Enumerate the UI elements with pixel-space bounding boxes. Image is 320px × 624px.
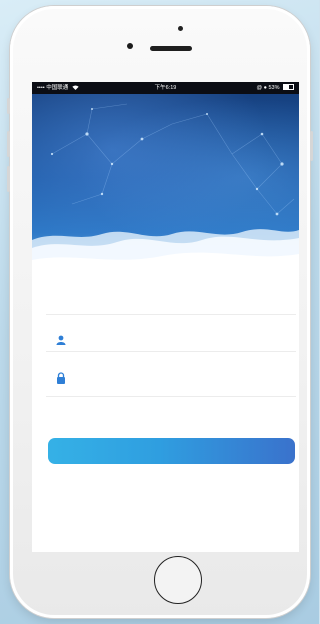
battery-percent: 53% (268, 85, 280, 91)
field-divider-top (46, 314, 296, 315)
battery-level (284, 84, 289, 89)
status-bar: •••• 中国联通 下午6:19 @ ● 53% (32, 82, 299, 94)
status-right-icons: @ ● 53% (256, 82, 294, 94)
volume-down-button (7, 166, 10, 192)
password-underline (46, 396, 296, 397)
earpiece-speaker (150, 46, 192, 51)
user-icon (56, 335, 66, 345)
username-input[interactable] (72, 329, 296, 353)
home-button[interactable] (154, 556, 202, 604)
lock-icon (57, 372, 65, 384)
power-button (310, 131, 313, 161)
status-indicators: @ ● (256, 85, 267, 91)
username-underline (46, 351, 296, 352)
login-button[interactable] (48, 438, 295, 464)
page-background: •••• 中国联通 下午6:19 @ ● 53% (0, 0, 319, 624)
battery-icon (283, 83, 294, 90)
cloud-wave (32, 229, 299, 302)
front-camera (127, 43, 133, 49)
proximity-sensor (178, 26, 183, 31)
password-input[interactable] (72, 368, 296, 392)
phone-screen: •••• 中国联通 下午6:19 @ ● 53% (32, 82, 299, 552)
volume-up-button (7, 131, 10, 157)
silent-switch (7, 98, 10, 114)
